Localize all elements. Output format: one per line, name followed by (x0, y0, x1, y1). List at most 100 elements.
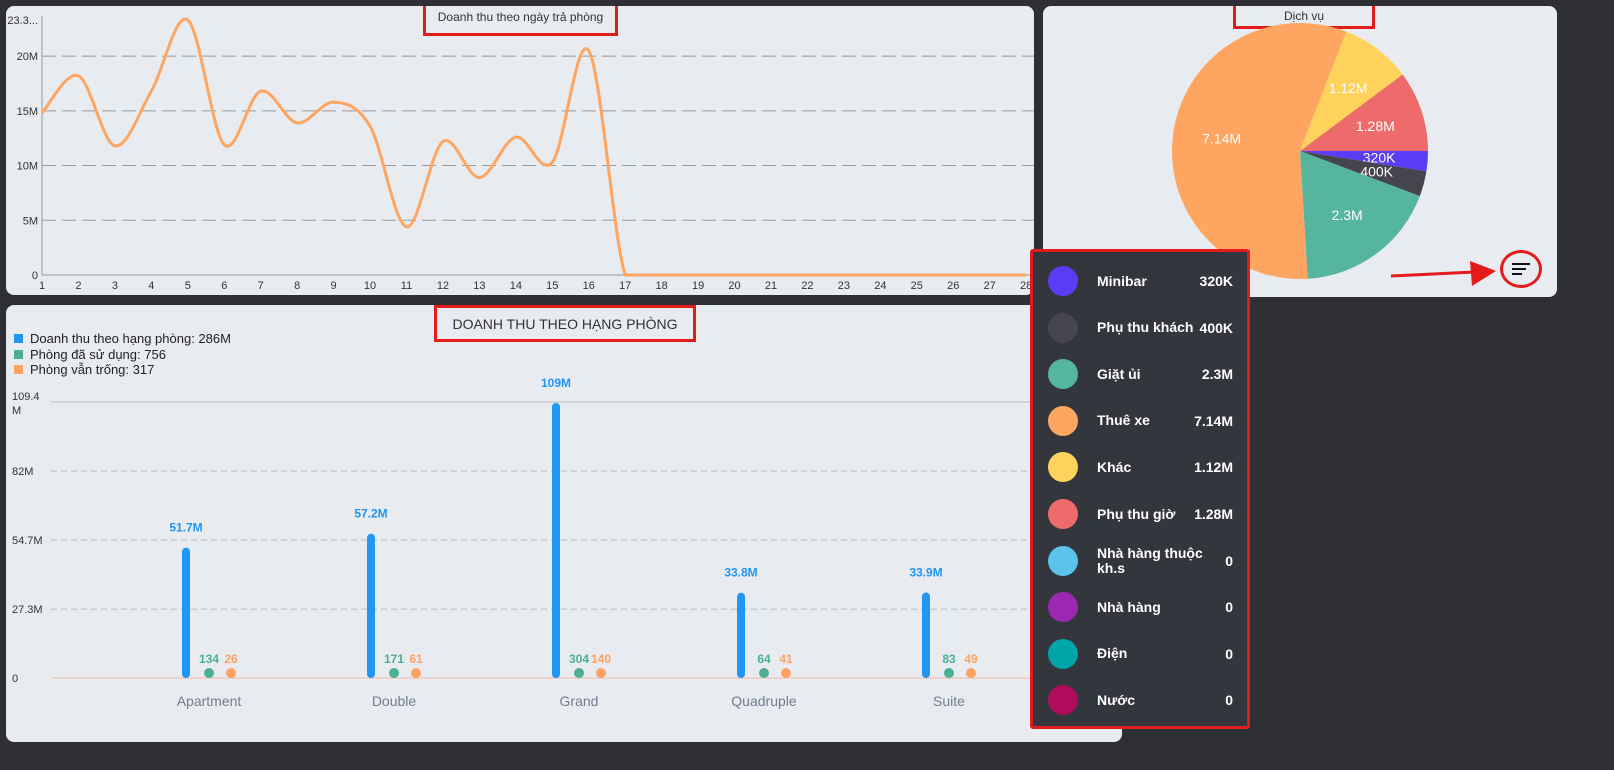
line-chart-panel: Doanh thu theo ngày trả phòng 0 5M 10M 15M 2… (6, 6, 1034, 295)
popup-legend-color-dot (1048, 405, 1078, 436)
x-tick-label: 14 (510, 280, 522, 292)
revenue-bar-label: 51.7M (169, 521, 202, 535)
x-tick-label: 6 (221, 280, 227, 292)
used-rooms-label: 134 (199, 652, 219, 666)
used-rooms-label: 64 (757, 652, 771, 666)
popup-legend-label: Minibar (1097, 272, 1147, 289)
used-rooms-label: 304 (569, 652, 589, 666)
revenue-bar-label: 57.2M (354, 507, 387, 521)
y-tick-label: 109.4 (12, 391, 40, 403)
arrow-head (1470, 261, 1496, 286)
x-tick-label: 4 (148, 280, 154, 292)
popup-legend-item[interactable]: Nước 0 (1033, 680, 1247, 720)
popup-legend-label: Thuê xe (1097, 412, 1150, 429)
empty-rooms-dot (781, 668, 791, 678)
x-tick-label: 22 (801, 280, 813, 292)
popup-legend-value: 400K (1199, 319, 1233, 336)
revenue-bar (922, 592, 930, 678)
revenue-bar (182, 547, 190, 678)
x-tick-label: 7 (258, 280, 264, 292)
empty-rooms-label: 26 (224, 652, 238, 666)
revenue-bar (552, 403, 560, 678)
x-tick-label: 3 (112, 280, 118, 292)
popup-legend-color-dot (1048, 499, 1078, 529)
used-rooms-dot (204, 668, 214, 678)
popup-legend-color-dot (1048, 685, 1078, 716)
x-tick-label: 21 (765, 280, 777, 292)
y-tick-label: 27.3M (12, 604, 43, 616)
revenue-line (40, 17, 1027, 277)
x-category-label: Quadruple (731, 693, 797, 709)
line-chart: 05M10M15M20M23.3...1 2 3 4 5 6 7 8 9 10 11 12 13 14 15… (7, 15, 1034, 292)
empty-rooms-dot (596, 668, 606, 678)
used-rooms-dot (389, 668, 399, 678)
popup-legend-value: 1.28M (1194, 506, 1233, 522)
y-tick-label-unit: M (12, 405, 21, 417)
popup-legend-item[interactable]: Nhà hàng 0 (1033, 587, 1247, 627)
popup-legend-label: Nhà hàng (1097, 598, 1161, 615)
pie-value-label: 2.3M (1332, 207, 1363, 223)
popup-legend-item[interactable]: Khác 1.12M (1033, 447, 1247, 487)
x-tick-label: 20 (728, 280, 740, 292)
empty-rooms-dot (226, 668, 236, 678)
x-tick-label: 27 (984, 280, 996, 292)
popup-legend-color-dot (1048, 545, 1078, 576)
popup-legend-label: Giặt ủi (1097, 365, 1141, 382)
empty-rooms-label: 140 (591, 652, 611, 666)
popup-legend-item[interactable]: Phụ thu khách 400K (1033, 308, 1247, 348)
popup-legend-value: 0 (1225, 552, 1233, 569)
y-tick-label: 10M (17, 161, 38, 173)
x-category-label: Grand (560, 693, 599, 709)
y-tick-label: 5M (23, 215, 38, 227)
popup-legend-label: Khác (1097, 458, 1132, 475)
used-rooms-dot (574, 668, 584, 678)
y-tick-label: 0 (32, 270, 38, 282)
x-tick-label: 23 (838, 280, 850, 292)
popup-legend-item[interactable]: Điện 0 (1033, 634, 1247, 674)
y-tick-label: 82M (12, 466, 33, 478)
popup-legend-value: 1.12M (1194, 459, 1233, 476)
popup-legend-item[interactable]: Nhà hàng thuộc kh.s 0 (1033, 541, 1247, 581)
arrow-shaft (1390, 270, 1475, 278)
popup-legend-value: 7.14M (1194, 412, 1233, 429)
x-tick-label: 9 (331, 280, 337, 292)
x-tick-label: 11 (401, 280, 412, 292)
popup-legend-item[interactable]: Minibar 320K (1033, 261, 1247, 301)
x-category-label: Double (372, 693, 417, 709)
x-tick-label: 25 (911, 280, 923, 292)
red-arrow-annotation (1390, 261, 1496, 286)
empty-rooms-label: 49 (964, 652, 978, 666)
popup-legend-color-dot (1048, 592, 1078, 623)
x-tick-label: 18 (656, 280, 668, 292)
popup-legend-item[interactable]: Thuê xe 7.14M (1033, 401, 1247, 441)
x-tick-label: 12 (437, 280, 449, 292)
revenue-bar-label: 109M (541, 376, 571, 390)
used-rooms-label: 171 (384, 652, 404, 666)
x-tick-label: 1 (39, 280, 45, 292)
x-tick-label: 8 (294, 280, 300, 292)
legend-menu-button[interactable] (1500, 250, 1542, 288)
popup-legend-item[interactable]: Giặt ủi 2.3M (1033, 354, 1247, 394)
services-legend-popup: Minibar 320K Phụ thu khách 400K Giặt ủi 2.3M T… (1030, 249, 1250, 729)
popup-legend-value: 0 (1225, 645, 1233, 662)
y-tick-label: 0 (12, 673, 18, 685)
pie-value-label: 1.12M (1329, 80, 1368, 96)
popup-legend-label: Phụ thu giờ (1097, 505, 1176, 522)
y-tick-label: 54.7M (12, 535, 43, 547)
popup-legend-label: Nhà hàng thuộc kh.s (1097, 544, 1203, 576)
popup-legend-color-dot (1048, 312, 1078, 343)
used-rooms-label: 83 (942, 652, 956, 666)
used-rooms-dot (759, 668, 769, 678)
pie-value-label: 1.28M (1356, 118, 1395, 134)
empty-rooms-label: 41 (779, 652, 793, 666)
popup-legend-value: 0 (1225, 599, 1233, 616)
y-tick-label: 23.3... (7, 15, 38, 27)
popup-legend-item[interactable]: Phụ thu giờ 1.28M (1033, 494, 1247, 534)
popup-legend-label: Nước (1097, 691, 1135, 708)
popup-legend-color-dot (1048, 452, 1078, 483)
x-category-label: Apartment (177, 693, 242, 709)
x-tick-label: 5 (185, 280, 191, 292)
popup-legend-label: Điện (1097, 645, 1128, 662)
popup-legend-color-dot (1048, 359, 1078, 390)
x-tick-label: 15 (546, 280, 558, 292)
